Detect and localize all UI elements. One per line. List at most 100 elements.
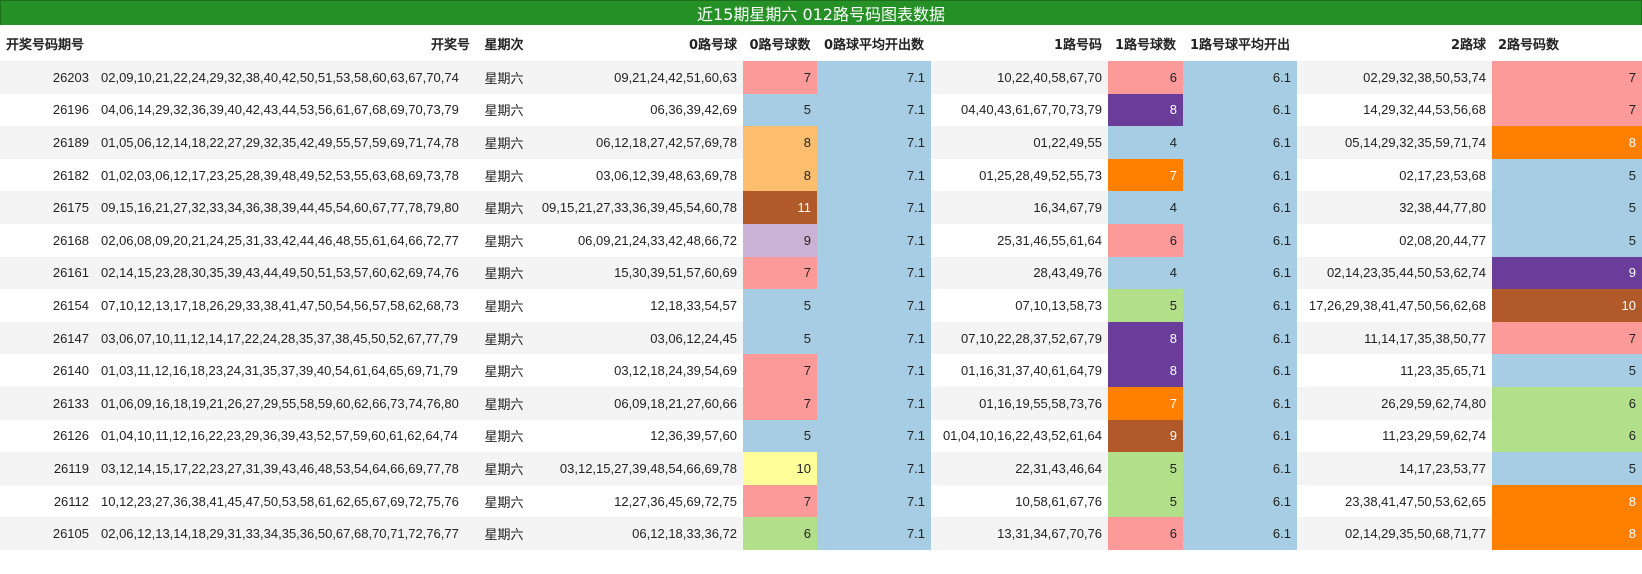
route0-cell: 03,12,18,24,39,54,69: [532, 354, 743, 387]
route1-cell: 07,10,22,28,37,52,67,79: [931, 321, 1108, 355]
route2-count-cell: 5: [1492, 191, 1642, 224]
route0-cell: 09,21,24,42,51,60,63: [532, 61, 743, 94]
route1-cell: 01,22,49,55: [931, 126, 1108, 159]
route2-count-cell: 5: [1492, 223, 1642, 257]
route1-cell: 07,10,13,58,73: [931, 289, 1108, 322]
route1-avg-cell: 6.1: [1183, 256, 1297, 290]
issue-cell: 26203: [0, 61, 95, 94]
route2-cell: 17,26,29,38,41,47,50,56,62,68: [1297, 289, 1492, 322]
table-row: 26175 09,15,16,21,27,32,33,34,36,38,39,44…: [0, 191, 1642, 224]
weekday-cell: 星期六: [476, 321, 532, 355]
weekday-cell: 星期六: [476, 452, 532, 485]
route2-count-cell: 10: [1492, 289, 1642, 322]
route2-count-cell: 8: [1492, 484, 1642, 518]
route0-count-cell: 9: [743, 223, 817, 257]
route0-cell: 06,09,18,21,27,60,66: [532, 386, 743, 420]
issue-cell: 26189: [0, 126, 95, 159]
numbers-cell: 02,06,12,13,14,18,29,31,33,34,35,36,50,6…: [95, 517, 476, 550]
route2-cell: 14,17,23,53,77: [1297, 452, 1492, 485]
col-header-route0[interactable]: 0路号球: [532, 25, 743, 61]
route1-count-cell: 4: [1108, 256, 1183, 290]
table-row: 26203 02,09,10,21,22,24,29,32,38,40,42,50…: [0, 61, 1642, 94]
route0-avg-cell: 7.1: [817, 321, 931, 355]
table-row: 26189 01,05,06,12,14,18,22,27,29,32,35,42…: [0, 126, 1642, 159]
col-header-route1-count[interactable]: 1路号球数: [1108, 25, 1183, 61]
route1-cell: 10,22,40,58,67,70: [931, 61, 1108, 94]
route2-cell: 11,14,17,35,38,50,77: [1297, 321, 1492, 355]
numbers-cell: 02,06,08,09,20,21,24,25,31,33,42,44,46,4…: [95, 223, 476, 257]
table-row: 26126 01,04,10,11,12,16,22,23,29,36,39,43…: [0, 419, 1642, 453]
table-row: 26119 03,12,14,15,17,22,23,27,31,39,43,46…: [0, 452, 1642, 485]
route1-cell: 10,58,61,67,76: [931, 484, 1108, 518]
route0-cell: 03,12,15,27,39,48,54,66,69,78: [532, 452, 743, 485]
numbers-cell: 04,06,14,29,32,36,39,40,42,43,44,53,56,6…: [95, 93, 476, 127]
route2-cell: 26,29,59,62,74,80: [1297, 386, 1492, 420]
route0-count-cell: 6: [743, 517, 817, 550]
route0-avg-cell: 7.1: [817, 191, 931, 224]
route2-count-cell: 8: [1492, 517, 1642, 550]
table-row: 26147 03,06,07,10,11,12,14,17,22,24,28,35…: [0, 321, 1642, 355]
table-body: 26203 02,09,10,21,22,24,29,32,38,40,42,50…: [0, 61, 1642, 550]
route1-count-cell: 8: [1108, 321, 1183, 355]
col-header-route0-count[interactable]: 0路号球数: [743, 25, 817, 61]
route0-cell: 12,27,36,45,69,72,75: [532, 484, 743, 518]
issue-cell: 26126: [0, 419, 95, 453]
route1-cell: 28,43,49,76: [931, 256, 1108, 290]
route0-count-cell: 5: [743, 419, 817, 453]
issue-cell: 26168: [0, 223, 95, 257]
table-title: 近15期星期六 012路号码图表数据: [0, 0, 1642, 25]
route2-count-cell: 9: [1492, 256, 1642, 290]
col-header-route0-avg[interactable]: 0路球平均开出数: [817, 25, 931, 61]
route0-avg-cell: 7.1: [817, 289, 931, 322]
col-header-issue[interactable]: 开奖号码期号: [0, 25, 95, 61]
col-header-route1[interactable]: 1路号码: [931, 25, 1108, 61]
issue-cell: 26105: [0, 517, 95, 550]
route0-count-cell: 7: [743, 354, 817, 387]
route0-cell: 12,36,39,57,60: [532, 419, 743, 453]
route1-cell: 01,04,10,16,22,43,52,61,64: [931, 419, 1108, 453]
issue-cell: 26133: [0, 386, 95, 420]
route1-cell: 25,31,46,55,61,64: [931, 223, 1108, 257]
issue-cell: 26154: [0, 289, 95, 322]
col-header-numbers[interactable]: 开奖号: [95, 25, 476, 61]
route0-avg-cell: 7.1: [817, 61, 931, 94]
route1-avg-cell: 6.1: [1183, 61, 1297, 94]
issue-cell: 26175: [0, 191, 95, 224]
route1-avg-cell: 6.1: [1183, 354, 1297, 387]
route0-avg-cell: 7.1: [817, 484, 931, 518]
route0-avg-cell: 7.1: [817, 158, 931, 192]
weekday-cell: 星期六: [476, 517, 532, 550]
route1-avg-cell: 6.1: [1183, 289, 1297, 322]
route0-count-cell: 7: [743, 386, 817, 420]
route2-count-cell: 7: [1492, 61, 1642, 94]
col-header-route2-count[interactable]: 2路号码数: [1492, 25, 1642, 61]
route0-count-cell: 7: [743, 61, 817, 94]
weekday-cell: 星期六: [476, 61, 532, 94]
route1-count-cell: 7: [1108, 158, 1183, 192]
col-header-route2[interactable]: 2路球: [1297, 25, 1492, 61]
weekday-cell: 星期六: [476, 484, 532, 518]
route0-avg-cell: 7.1: [817, 452, 931, 485]
route2-cell: 02,14,29,35,50,68,71,77: [1297, 517, 1492, 550]
numbers-cell: 01,06,09,16,18,19,21,26,27,29,55,58,59,6…: [95, 386, 476, 420]
route1-cell: 04,40,43,61,67,70,73,79: [931, 93, 1108, 127]
route1-count-cell: 4: [1108, 191, 1183, 224]
route1-cell: 01,16,19,55,58,73,76: [931, 386, 1108, 420]
weekday-cell: 星期六: [476, 158, 532, 192]
route0-avg-cell: 7.1: [817, 256, 931, 290]
weekday-cell: 星期六: [476, 289, 532, 322]
route1-cell: 13,31,34,67,70,76: [931, 517, 1108, 550]
route0-avg-cell: 7.1: [817, 517, 931, 550]
weekday-cell: 星期六: [476, 386, 532, 420]
col-header-route1-avg[interactable]: 1路号球平均开出: [1183, 25, 1297, 61]
weekday-cell: 星期六: [476, 93, 532, 127]
numbers-cell: 01,05,06,12,14,18,22,27,29,32,35,42,49,5…: [95, 126, 476, 159]
numbers-cell: 10,12,23,27,36,38,41,45,47,50,53,58,61,6…: [95, 484, 476, 518]
route0-cell: 06,36,39,42,69: [532, 93, 743, 127]
route1-avg-cell: 6.1: [1183, 158, 1297, 192]
route1-count-cell: 5: [1108, 452, 1183, 485]
issue-cell: 26119: [0, 452, 95, 485]
route1-avg-cell: 6.1: [1183, 517, 1297, 550]
route2-count-cell: 7: [1492, 321, 1642, 355]
col-header-weekday[interactable]: 星期次: [476, 25, 532, 61]
